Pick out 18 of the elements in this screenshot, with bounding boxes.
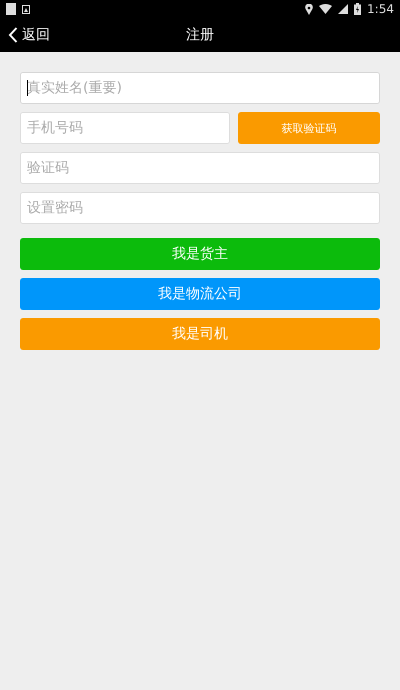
role-button[interactable]: 我是物流公司 bbox=[20, 278, 380, 310]
signal-icon bbox=[338, 4, 348, 14]
role-button[interactable]: 我是司机 bbox=[20, 318, 380, 350]
back-button[interactable]: 返回 bbox=[8, 25, 50, 45]
input-field[interactable]: 设置密码 bbox=[20, 192, 380, 224]
notification-icon bbox=[6, 3, 16, 15]
location-icon bbox=[305, 4, 314, 14]
picture-notification-icon bbox=[22, 4, 30, 14]
role-button[interactable]: 我是货主 bbox=[20, 238, 380, 270]
input-field[interactable]: 真实姓名(重要) bbox=[20, 72, 380, 104]
get-code-button[interactable]: 获取验证码 bbox=[238, 112, 380, 144]
page-title: 注册 bbox=[186, 26, 214, 44]
input-field[interactable]: 手机号码 bbox=[20, 112, 230, 144]
back-chevron-icon bbox=[8, 27, 18, 43]
battery-icon bbox=[354, 3, 362, 15]
wifi-icon bbox=[319, 4, 332, 14]
status-time: 1:54 bbox=[367, 2, 394, 16]
input-field[interactable]: 验证码 bbox=[20, 152, 380, 184]
